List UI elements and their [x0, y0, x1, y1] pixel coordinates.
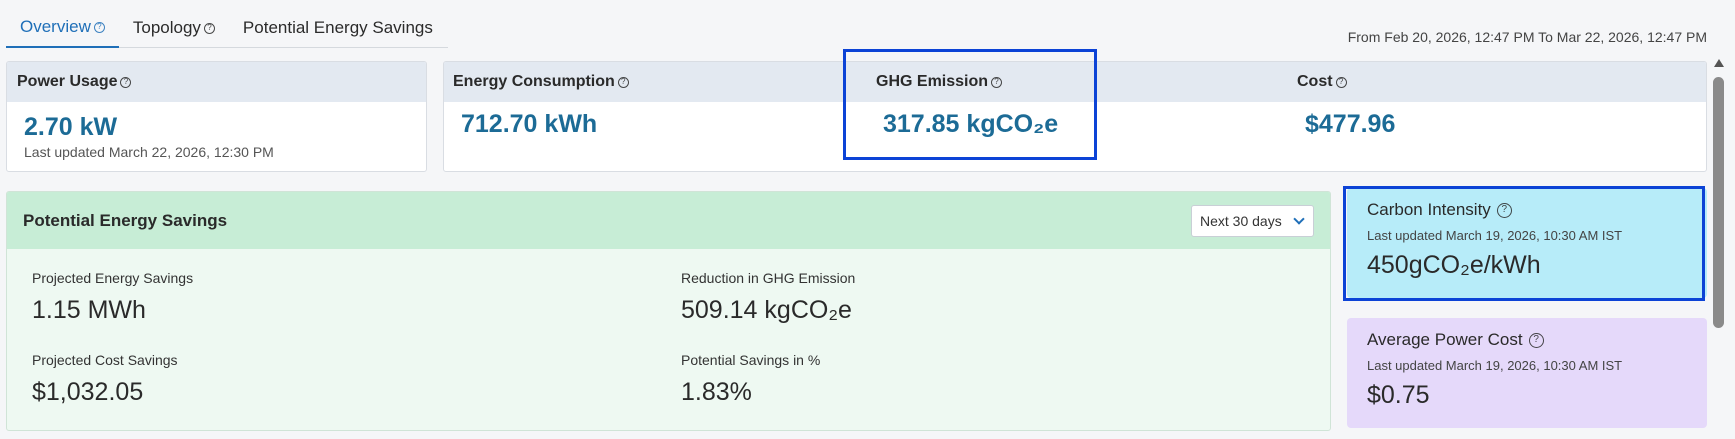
carbon-intensity-heading: Carbon Intensity ?	[1367, 200, 1687, 220]
average-power-cost-title: Average Power Cost	[1367, 330, 1523, 349]
vertical-scrollbar[interactable]	[1712, 57, 1726, 439]
energy-summary-header: Energy Consumption ? GHG Emission ? Cost…	[444, 62, 1706, 102]
potential-energy-savings-panel: Potential Energy Savings Next 30 days Pr…	[6, 191, 1331, 431]
reduction-ghg-emission-value: 509.14 kgCO₂e	[681, 296, 852, 324]
tab-bar: Overview ? Topology ? Potential Energy S…	[6, 8, 448, 48]
potential-savings-percent: Potential Savings in % 1.83%	[681, 352, 820, 407]
help-icon[interactable]: ?	[991, 76, 1003, 88]
projected-cost-savings-label: Projected Cost Savings	[32, 352, 178, 368]
power-usage-last-updated: Last updated March 22, 2026, 12:30 PM	[24, 144, 274, 160]
carbon-intensity-card: Carbon Intensity ? Last updated March 19…	[1347, 188, 1707, 298]
projected-energy-savings-value: 1.15 MWh	[32, 296, 146, 324]
scroll-up-arrow-icon[interactable]	[1714, 59, 1724, 67]
power-usage-card: Power Usage ? 2.70 kW Last updated March…	[6, 61, 427, 172]
ghg-emission-title: GHG Emission	[876, 73, 989, 90]
reduction-ghg-emission-label: Reduction in GHG Emission	[681, 270, 856, 286]
period-dropdown-value: Next 30 days	[1200, 213, 1282, 229]
help-icon[interactable]: ?	[1335, 76, 1347, 88]
cost-heading: Cost ?	[1297, 62, 1347, 102]
period-dropdown[interactable]: Next 30 days	[1191, 205, 1314, 237]
power-usage-title: Power Usage	[17, 73, 118, 90]
help-icon[interactable]: ?	[120, 76, 132, 88]
potential-savings-percent-value: 1.83%	[681, 378, 752, 406]
cost-value: $477.96	[1305, 110, 1396, 138]
help-icon[interactable]: ?	[1496, 202, 1512, 218]
average-power-cost-last-updated: Last updated March 19, 2026, 10:30 AM IS…	[1367, 358, 1623, 373]
help-icon[interactable]: ?	[617, 76, 629, 88]
average-power-cost-value: $0.75	[1367, 381, 1430, 409]
tab-topology-label: Topology	[132, 18, 201, 37]
potential-energy-savings-header: Potential Energy Savings Next 30 days	[7, 192, 1330, 249]
carbon-intensity-last-updated: Last updated March 19, 2026, 10:30 AM IS…	[1367, 228, 1623, 243]
tab-potential-energy-savings[interactable]: Potential Energy Savings	[229, 8, 447, 48]
power-usage-value: 2.70 kW	[24, 113, 118, 141]
help-icon[interactable]: ?	[1528, 332, 1544, 348]
potential-energy-savings-title: Potential Energy Savings	[23, 210, 228, 230]
projected-cost-savings: Projected Cost Savings $1,032.05	[32, 352, 178, 407]
carbon-intensity-value: 450gCO₂e/kWh	[1367, 251, 1541, 279]
energy-summary-card: Energy Consumption ? GHG Emission ? Cost…	[443, 61, 1707, 172]
date-range: From Feb 20, 2026, 12:47 PM To Mar 22, 2…	[1347, 29, 1707, 45]
ghg-emission-heading: GHG Emission ?	[876, 62, 1003, 102]
chevron-down-icon	[1293, 213, 1305, 225]
average-power-cost-heading: Average Power Cost ?	[1367, 330, 1687, 350]
tab-topology[interactable]: Topology ?	[119, 8, 229, 48]
power-usage-header: Power Usage ?	[7, 62, 426, 102]
projected-energy-savings: Projected Energy Savings 1.15 MWh	[32, 270, 193, 325]
projected-energy-savings-label: Projected Energy Savings	[32, 270, 194, 286]
carbon-intensity-title: Carbon Intensity	[1367, 200, 1491, 219]
energy-consumption-value: 712.70 kWh	[461, 110, 598, 138]
reduction-ghg-emission: Reduction in GHG Emission 509.14 kgCO₂e	[681, 270, 855, 325]
tab-overview[interactable]: Overview ?	[6, 8, 119, 48]
tab-potential-energy-savings-label: Potential Energy Savings	[242, 18, 433, 37]
scrollbar-thumb[interactable]	[1713, 77, 1724, 328]
projected-cost-savings-value: $1,032.05	[32, 378, 144, 406]
energy-consumption-heading: Energy Consumption ?	[453, 62, 629, 102]
ghg-emission-value: 317.85 kgCO₂e	[883, 110, 1059, 138]
cost-title: Cost	[1297, 73, 1333, 90]
energy-consumption-title: Energy Consumption	[453, 73, 615, 90]
potential-savings-percent-label: Potential Savings in %	[681, 352, 821, 368]
tab-overview-label: Overview	[20, 17, 91, 36]
help-icon[interactable]: ?	[93, 21, 105, 33]
help-icon[interactable]: ?	[203, 22, 215, 34]
average-power-cost-card: Average Power Cost ? Last updated March …	[1347, 318, 1707, 428]
